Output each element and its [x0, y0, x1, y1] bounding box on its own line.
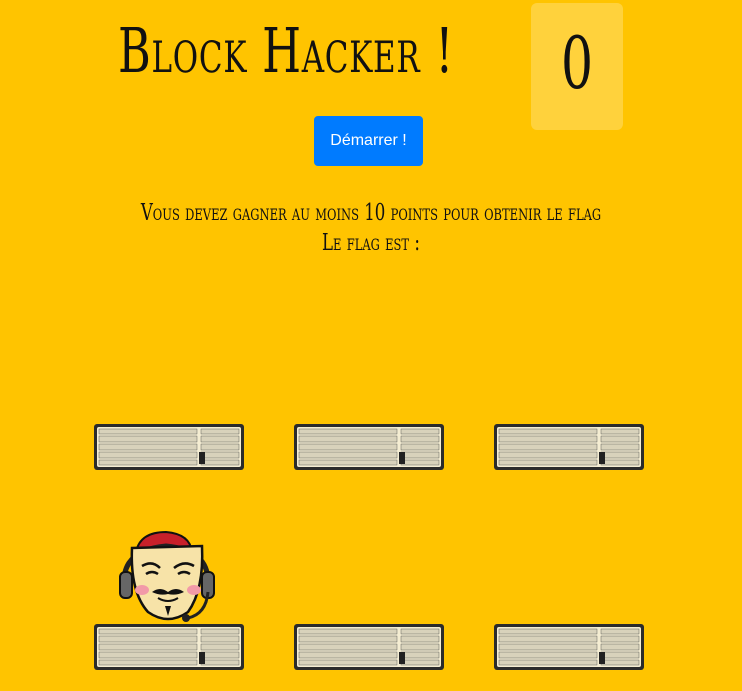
- instructions: Vous devez gagner au moins 10 points pou…: [0, 198, 742, 258]
- keyboard-icon: [294, 424, 444, 470]
- score-box: 0: [531, 3, 623, 130]
- flag-line: Le flag est :: [104, 228, 638, 258]
- game-title: Block Hacker !: [118, 14, 454, 87]
- hole-6[interactable]: [493, 622, 645, 672]
- hole-5[interactable]: [293, 622, 445, 672]
- start-button[interactable]: Démarrer !: [314, 116, 423, 166]
- keyboard-icon: [294, 624, 444, 670]
- hole-1[interactable]: [93, 422, 245, 472]
- keyboard-icon: [94, 424, 244, 470]
- keyboard-icon: [494, 624, 644, 670]
- keyboard-icon: [494, 424, 644, 470]
- hole-3[interactable]: [493, 422, 645, 472]
- flag-label: Le flag est :: [322, 230, 420, 256]
- instruction-text: Vous devez gagner au moins 10 points pou…: [140, 200, 602, 226]
- hole-2[interactable]: [293, 422, 445, 472]
- score-value: 0: [560, 21, 594, 105]
- anonymous-hacker-mask-icon[interactable]: [118, 530, 218, 635]
